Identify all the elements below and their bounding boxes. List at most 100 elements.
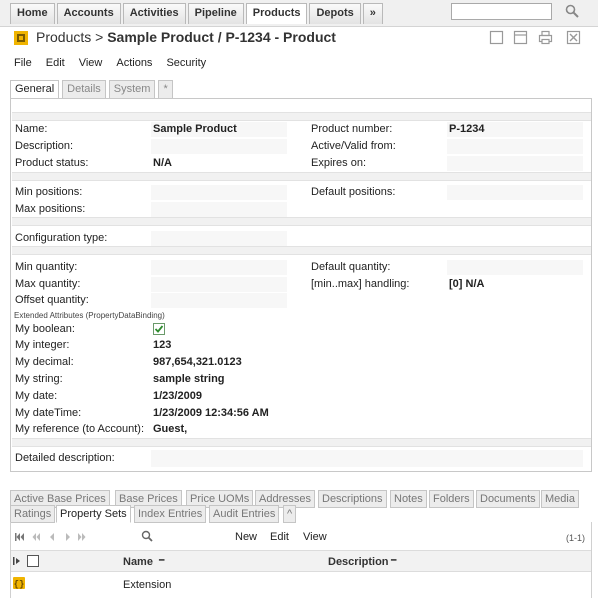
- my-integer-value[interactable]: 123: [153, 339, 171, 351]
- product-number-value: P-1234: [449, 123, 485, 135]
- configuration-type-field[interactable]: [151, 231, 287, 246]
- grid-record-count: (1-1): [565, 533, 585, 543]
- tab-notes[interactable]: Notes: [390, 490, 427, 508]
- expires-on-field[interactable]: [447, 156, 583, 171]
- min-quantity-label: Min quantity:: [15, 261, 78, 273]
- tab-descriptions[interactable]: Descriptions: [318, 490, 387, 508]
- grid-toolbar: New Edit View (1-1): [11, 522, 591, 550]
- product-status-label: Product status:: [15, 157, 89, 169]
- menu-file[interactable]: File: [14, 57, 32, 69]
- first-page-icon[interactable]: [15, 532, 25, 542]
- last-page-icon[interactable]: [77, 532, 87, 542]
- my-datetime-value[interactable]: 1/23/2009 12:34:56 AM: [153, 407, 269, 419]
- nav-tab-activities[interactable]: Activities: [122, 3, 186, 24]
- section-separator: [12, 217, 591, 226]
- extended-attributes-caption: Extended Attributes (PropertyDataBinding…: [14, 311, 165, 320]
- search-input[interactable]: [451, 3, 552, 20]
- product-number-label: Product number:: [311, 123, 393, 135]
- detailed-description-field[interactable]: [151, 450, 583, 467]
- offset-quantity-field[interactable]: [151, 293, 287, 308]
- top-navigation: Home Accounts Activities Pipeline Produc…: [0, 0, 598, 27]
- tab-folders[interactable]: Folders: [429, 490, 474, 508]
- previous-page-icon[interactable]: [31, 532, 41, 542]
- tab-audit-entries[interactable]: Audit Entries: [209, 505, 280, 523]
- tab-system[interactable]: System: [108, 80, 156, 99]
- product-status-value[interactable]: N/A: [153, 157, 172, 169]
- tab-ratings[interactable]: Ratings: [10, 505, 56, 523]
- menu-view[interactable]: View: [79, 57, 103, 69]
- header-separator: >: [95, 29, 104, 45]
- nav-tab-home[interactable]: Home: [10, 3, 55, 24]
- my-integer-label: My integer:: [15, 339, 70, 351]
- nav-tab-more[interactable]: »: [362, 3, 383, 24]
- nav-tab-products[interactable]: Products: [245, 3, 308, 24]
- my-date-label: My date:: [15, 390, 58, 402]
- general-form: Name: Sample Product Product number: P-1…: [10, 98, 592, 472]
- description-label: Description:: [15, 140, 74, 152]
- my-date-value[interactable]: 1/23/2009: [153, 390, 202, 402]
- grid-header: Name ━ Description ━: [11, 550, 591, 572]
- column-name[interactable]: Name: [123, 556, 153, 568]
- name-value: Sample Product: [153, 123, 237, 135]
- svg-text:{}: {}: [14, 580, 25, 590]
- default-positions-field[interactable]: [447, 185, 583, 200]
- menu-actions[interactable]: Actions: [116, 57, 152, 69]
- menu-bar: File Edit View Actions Security: [14, 57, 220, 69]
- prev-icon[interactable]: [47, 532, 57, 542]
- description-field[interactable]: [151, 139, 287, 154]
- search-icon[interactable]: [565, 4, 579, 18]
- max-quantity-label: Max quantity:: [15, 278, 81, 290]
- nav-tabs: Home Accounts Activities Pipeline Produc…: [10, 3, 385, 24]
- my-decimal-label: My decimal:: [15, 356, 74, 368]
- grid-edit-button[interactable]: Edit: [270, 531, 289, 543]
- menu-security[interactable]: Security: [166, 57, 206, 69]
- magnifier-icon[interactable]: [141, 530, 153, 542]
- my-decimal-value[interactable]: 987,654,321.0123: [153, 356, 242, 368]
- min-quantity-field[interactable]: [151, 260, 287, 275]
- tab-details[interactable]: Details: [62, 80, 106, 99]
- my-reference-value[interactable]: Guest,: [153, 423, 187, 435]
- tab-documents[interactable]: Documents: [476, 490, 540, 508]
- grid-view-button[interactable]: View: [303, 531, 327, 543]
- nav-tab-accounts[interactable]: Accounts: [56, 3, 121, 24]
- offset-quantity-label: Offset quantity:: [15, 294, 89, 306]
- property-set-icon: {}: [13, 577, 25, 589]
- max-positions-field[interactable]: [151, 202, 287, 217]
- tab-index-entries[interactable]: Index Entries: [134, 505, 207, 523]
- detailed-description-label: Detailed description:: [15, 452, 115, 464]
- tab-media[interactable]: Media: [541, 490, 579, 508]
- tab-general[interactable]: General: [10, 80, 60, 99]
- expires-on-label: Expires on:: [311, 157, 367, 169]
- restore-window-icon[interactable]: [489, 30, 504, 45]
- tab-custom[interactable]: *: [158, 80, 173, 99]
- next-icon[interactable]: [63, 532, 73, 542]
- active-valid-from-field[interactable]: [447, 139, 583, 154]
- column-description[interactable]: Description: [328, 556, 389, 568]
- table-row-name[interactable]: Extension: [123, 579, 171, 591]
- print-icon[interactable]: [538, 30, 553, 45]
- sort-indicator-icon[interactable]: ━: [159, 555, 164, 566]
- nav-tab-depots[interactable]: Depots: [309, 3, 361, 24]
- default-quantity-field[interactable]: [447, 260, 583, 275]
- section-separator: [12, 112, 591, 121]
- max-quantity-field[interactable]: [151, 277, 287, 292]
- select-all-checkbox[interactable]: [27, 555, 39, 567]
- tab-property-sets[interactable]: Property Sets: [56, 505, 131, 523]
- close-icon[interactable]: [566, 30, 581, 45]
- column-chooser-icon[interactable]: [13, 556, 23, 566]
- active-valid-from-label: Active/Valid from:: [311, 140, 396, 152]
- min-positions-field[interactable]: [151, 185, 287, 200]
- header-module[interactable]: Products: [36, 29, 91, 45]
- minmax-handling-value[interactable]: [0] N/A: [449, 278, 484, 290]
- layout-window-icon[interactable]: [513, 30, 528, 45]
- my-string-value[interactable]: sample string: [153, 373, 225, 385]
- sort-indicator-icon[interactable]: ━: [391, 555, 396, 566]
- section-separator: [12, 438, 591, 447]
- my-boolean-checkbox[interactable]: [153, 323, 165, 335]
- product-icon: [14, 31, 28, 45]
- menu-edit[interactable]: Edit: [46, 57, 65, 69]
- name-label: Name:: [15, 123, 48, 135]
- grid-new-button[interactable]: New: [235, 531, 257, 543]
- nav-tab-pipeline[interactable]: Pipeline: [187, 3, 244, 24]
- tab-collapse[interactable]: ^: [283, 505, 297, 523]
